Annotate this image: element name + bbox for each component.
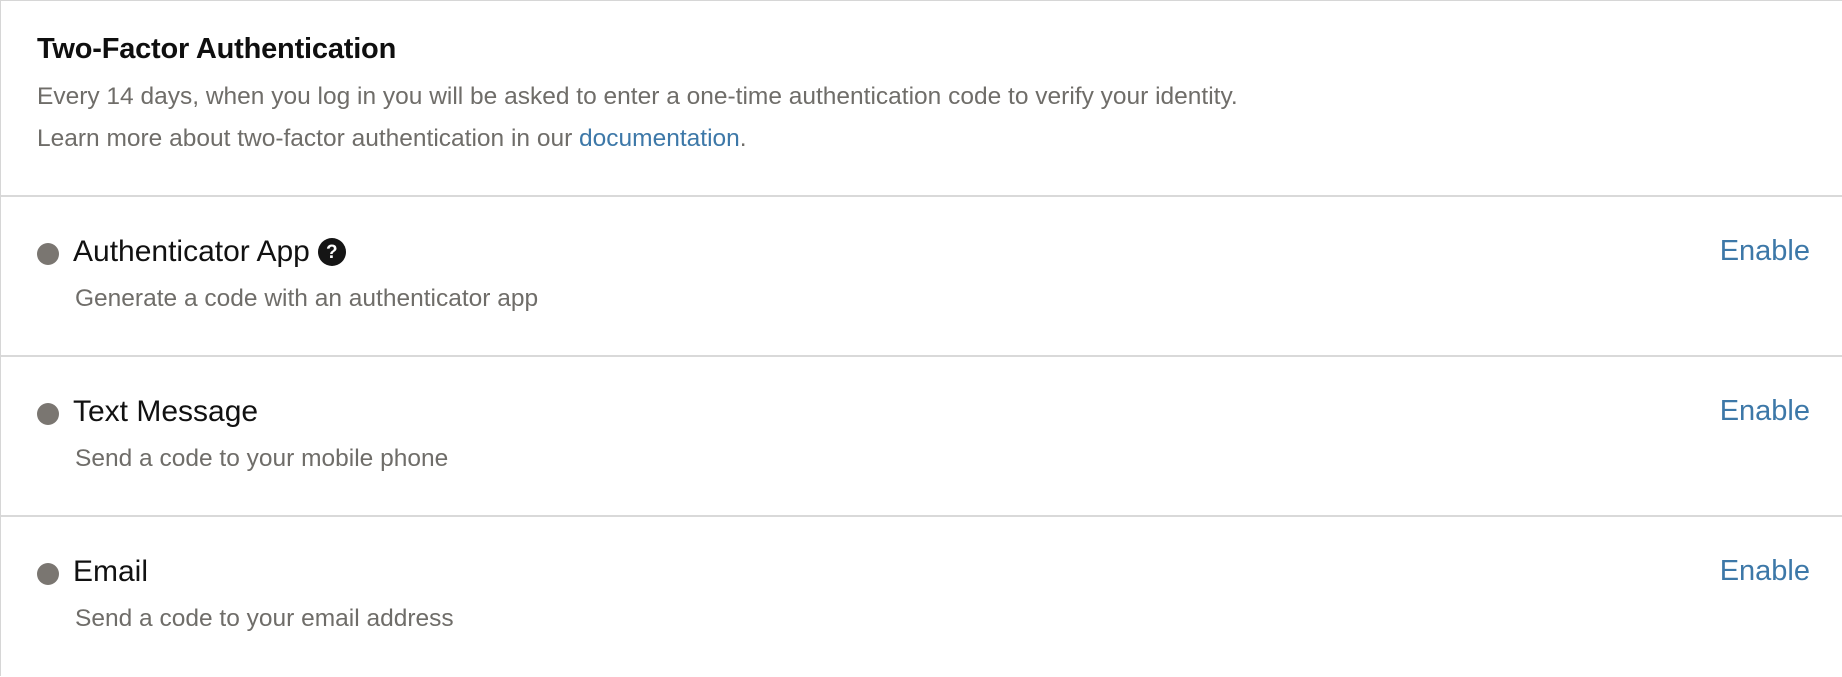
enable-authenticator-app-button[interactable]: Enable — [1720, 235, 1810, 268]
question-circle-icon[interactable]: ? — [317, 238, 346, 266]
method-description: Send a code to your email address — [75, 605, 454, 632]
method-row-text-message: Text Message Send a code to your mobile … — [1, 357, 1842, 517]
method-row-authenticator-app: Authenticator App ? Generate a code with… — [1, 197, 1842, 357]
method-row-email: Email Send a code to your email address … — [1, 517, 1842, 677]
enable-email-button[interactable]: Enable — [1720, 555, 1810, 588]
status-dot-icon — [37, 243, 59, 265]
method-name-label: Text Message — [73, 395, 259, 428]
learn-more-suffix: . — [739, 125, 747, 152]
section-header: Two-Factor Authentication Every 14 days,… — [1, 1, 1842, 197]
enable-text-message-button[interactable]: Enable — [1720, 395, 1810, 428]
method-title: Email — [73, 555, 148, 589]
status-dot-icon — [37, 403, 59, 425]
method-description: Generate a code with an authenticator ap… — [75, 285, 539, 312]
learn-more-prefix: Learn more about two-factor authenticati… — [37, 125, 580, 152]
method-name-label: Email — [73, 555, 149, 588]
method-name-label: Authenticator App — [73, 235, 310, 268]
method-description: Send a code to your mobile phone — [75, 445, 449, 472]
method-title: Authenticator App ? — [73, 235, 346, 269]
section-title: Two-Factor Authentication — [37, 33, 397, 65]
learn-more-text: Learn more about two-factor authenticati… — [37, 125, 747, 153]
documentation-link[interactable]: documentation — [579, 125, 740, 152]
status-dot-icon — [37, 563, 59, 585]
section-description: Every 14 days, when you log in you will … — [37, 83, 1238, 110]
two-factor-card: Two-Factor Authentication Every 14 days,… — [0, 0, 1842, 676]
method-title: Text Message — [73, 395, 258, 429]
